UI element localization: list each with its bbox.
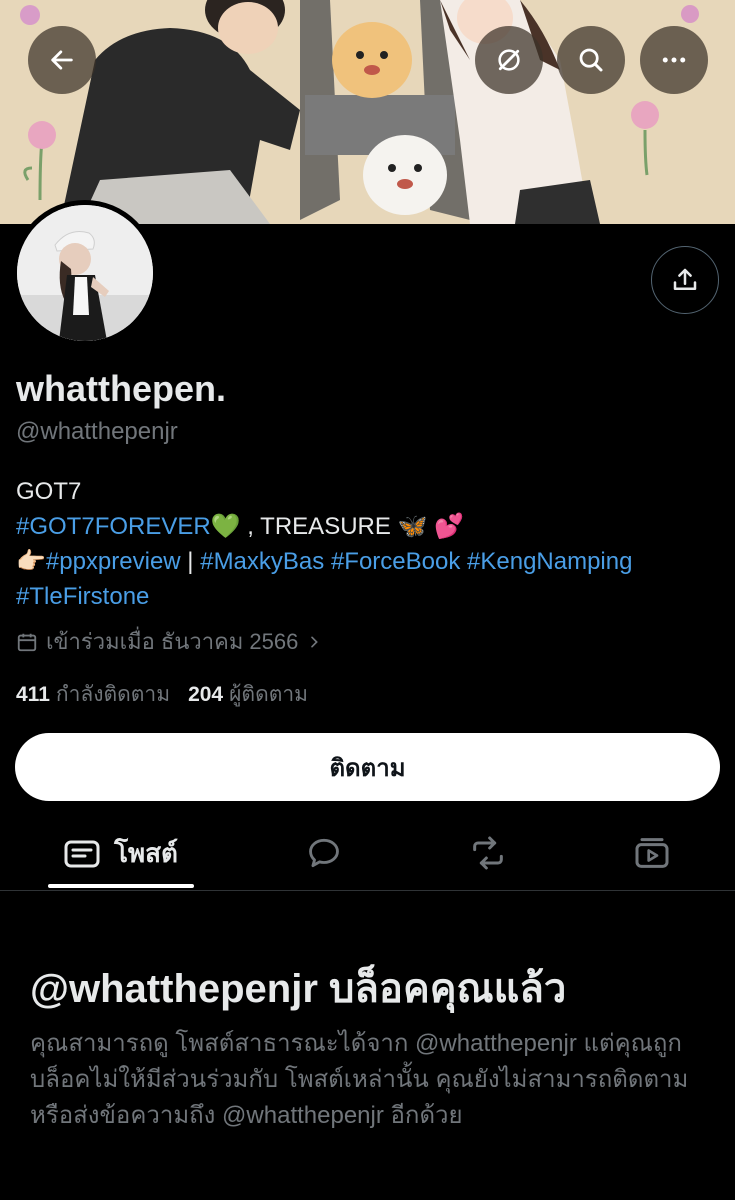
followers-link[interactable]: 204 ผู้ติดตาม: [188, 678, 308, 711]
display-name: whatthepen.: [16, 368, 227, 409]
media-play-icon: [635, 838, 669, 868]
tab-posts-label: โพสต์: [114, 837, 178, 868]
more-horizontal-icon: [662, 57, 686, 63]
share-profile-button[interactable]: [651, 246, 719, 314]
blocked-text-line: คุณสามารถดู โพสต์สาธารณะได้จาก @whatthep…: [30, 1030, 682, 1057]
following-label: กำลังติดตาม: [55, 683, 171, 706]
hashtag-link[interactable]: #GOT7FOREVER: [16, 513, 211, 540]
joined-date[interactable]: เข้าร่วมเมื่อ ธันวาคม 2566: [16, 624, 322, 659]
share-upload-icon: [673, 268, 697, 290]
slash-circle-icon: [498, 49, 520, 71]
back-button[interactable]: [28, 26, 96, 94]
following-count: 411: [16, 683, 50, 706]
active-tab-indicator: [48, 884, 194, 888]
avatar[interactable]: [12, 200, 158, 346]
hashtag-link[interactable]: #TleFirstone: [16, 583, 149, 610]
search-icon: [579, 48, 603, 72]
follow-button[interactable]: ติดตาม: [15, 733, 720, 801]
calendar-icon: [17, 633, 37, 651]
blocked-text-line: บล็อคไม่ให้มีส่วนร่วมกับ โพสต์เหล่านั้น …: [30, 1066, 689, 1093]
bio-line: #TleFirstone: [16, 579, 716, 614]
joined-text: เข้าร่วมเมื่อ ธันวาคม 2566: [46, 629, 299, 654]
chevron-right-icon: [311, 636, 319, 647]
reply-bubble-icon: [309, 838, 339, 868]
avatar-image: [17, 205, 153, 341]
tab-reposts[interactable]: [448, 815, 528, 891]
bio-text: GOT7: [16, 478, 82, 505]
butterfly-hearts-emoji: 🦋 💕: [397, 513, 464, 540]
tab-posts[interactable]: โพสต์: [48, 815, 194, 891]
bio-text: , TREASURE: [240, 513, 398, 540]
grok-button[interactable]: [475, 26, 543, 94]
bio-separator: |: [180, 548, 201, 575]
profile-bio: GOT7 #GOT7FOREVER💚 , TREASURE 🦋 💕 👉🏻#ppx…: [16, 474, 716, 614]
bio-line: GOT7: [16, 474, 716, 509]
pointing-hand-emoji: 👉🏻: [16, 548, 46, 575]
followers-count: 204: [188, 683, 224, 706]
profile-tabs: โพสต์: [0, 815, 735, 891]
hashtag-link[interactable]: #ppxpreview: [46, 548, 181, 575]
profile-banner: [0, 0, 735, 224]
banner-illustration: [0, 0, 735, 224]
posts-card-icon: [64, 840, 100, 868]
username-handle: @whatthepenjr: [16, 418, 178, 445]
more-button[interactable]: [640, 26, 708, 94]
tab-replies[interactable]: [284, 815, 364, 891]
hashtag-link[interactable]: #KengNamping: [467, 548, 632, 575]
blocked-text-line: หรือส่งข้อความถึง @whatthepenjr อีกด้วย: [30, 1102, 463, 1129]
arrow-left-icon: [51, 50, 73, 70]
blocked-title: @whatthepenjr บล็อคคุณแล้ว: [30, 967, 567, 1011]
search-button[interactable]: [557, 26, 625, 94]
repost-icon: [473, 836, 503, 870]
bio-line: #GOT7FOREVER💚 , TREASURE 🦋 💕: [16, 509, 716, 544]
blocked-description: คุณสามารถดู โพสต์สาธารณะได้จาก @whatthep…: [30, 1026, 710, 1134]
hashtag-link[interactable]: #MaxkyBas: [200, 548, 324, 575]
followers-label: ผู้ติดตาม: [229, 683, 308, 706]
bio-line: 👉🏻#ppxpreview | #MaxkyBas #ForceBook #Ke…: [16, 544, 716, 579]
green-heart-emoji: 💚: [210, 513, 241, 540]
following-link[interactable]: 411 กำลังติดตาม: [16, 678, 170, 711]
tab-media[interactable]: [612, 815, 692, 891]
follow-stats: 411 กำลังติดตาม 204 ผู้ติดตาม: [16, 678, 308, 711]
hashtag-link[interactable]: #ForceBook: [331, 548, 460, 575]
